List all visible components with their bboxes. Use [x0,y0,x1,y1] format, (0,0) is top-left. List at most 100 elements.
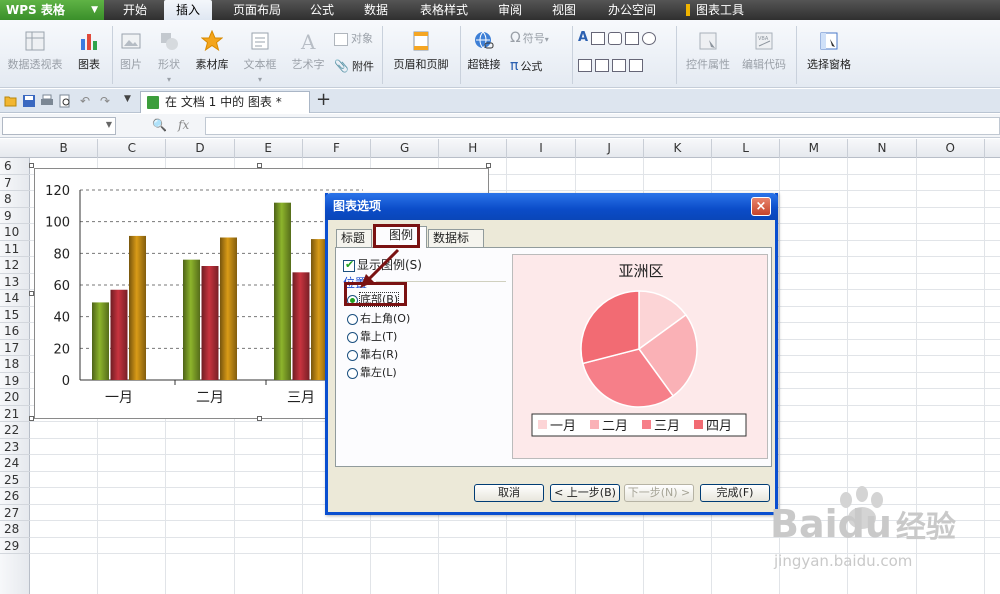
redo-icon[interactable]: ↷ [100,94,114,108]
button-control-icon[interactable] [608,31,623,45]
column-header[interactable]: M [780,139,849,158]
resize-handle[interactable] [486,163,491,168]
row-header[interactable]: 14 [0,290,30,307]
symbol-button[interactable]: Ω 符号▾ [510,30,549,46]
column-header[interactable]: I [507,139,576,158]
next-step-button[interactable]: 下一步(N) > [624,484,694,502]
formula-button[interactable]: π 公式 [510,58,542,74]
tab-titles[interactable]: 标题 [336,229,372,247]
object-button[interactable]: 对象 [334,30,373,46]
tab-data-labels[interactable]: 数据标志 [428,229,484,261]
chart-button[interactable]: 图表 [72,30,106,72]
shape-button[interactable]: 形状 ▾ [150,30,188,85]
pivot-table-button[interactable]: 数据透视表 [4,30,66,72]
row-header[interactable]: 19 [0,373,30,389]
column-header[interactable]: E [235,139,303,158]
selection-pane-button[interactable]: 选择窗格 [802,30,856,72]
radio-top-right[interactable]: 右上角(O) [347,310,410,326]
column-header[interactable]: D [166,139,235,158]
open-folder-icon[interactable] [4,94,18,108]
row-header[interactable]: 28 [0,521,30,538]
row-header[interactable]: 6 [0,158,30,175]
column-header[interactable]: J [576,139,644,158]
tab-data[interactable]: 数据 [356,0,396,20]
groupbox-control-icon[interactable] [591,31,606,45]
close-button[interactable]: × [751,197,771,216]
radio-right[interactable]: 靠右(R) [347,346,398,362]
resize-handle[interactable] [29,163,34,168]
tab-chart-tools[interactable]: 图表工具 [692,0,748,20]
row-header[interactable]: 20 [0,389,30,406]
resize-handle[interactable] [257,416,262,421]
control-properties-button[interactable]: 控件属性 [682,30,734,72]
row-header[interactable]: 11 [0,241,30,257]
magnifier-icon[interactable]: 🔍 [152,118,167,132]
row-header[interactable]: 24 [0,455,30,472]
row-header[interactable]: 16 [0,323,30,340]
row-header[interactable]: 7 [0,175,30,191]
app-menu-button[interactable]: WPS 表格 ▼ [0,0,104,20]
row-header[interactable]: 13 [0,274,30,290]
radio-control-icon[interactable] [642,31,657,45]
listbox-control-icon[interactable] [578,58,592,72]
picture-button[interactable]: 图片 [116,30,146,72]
wordart-button[interactable]: A 艺术字 [288,30,328,72]
row-header[interactable]: 25 [0,472,30,488]
save-icon[interactable] [22,94,36,108]
name-box[interactable]: ▼ [2,117,116,135]
row-header[interactable]: 21 [0,406,30,422]
tab-table-style[interactable]: 表格样式 [412,0,476,20]
checkbox-control-icon[interactable] [625,31,640,45]
row-header[interactable]: 8 [0,191,30,208]
column-header[interactable]: N [848,139,917,158]
resize-handle[interactable] [257,163,262,168]
quick-access-dropdown-icon[interactable]: ▼ [124,94,138,108]
edit-code-button[interactable]: VBA 编辑代码 [738,30,790,72]
scrollbar-control-icon[interactable] [629,58,643,72]
dialog-title[interactable]: 图表选项 [325,193,778,220]
row-header[interactable]: 26 [0,488,30,505]
print-icon[interactable] [40,94,54,108]
prev-step-button[interactable]: < 上一步(B) [550,484,620,502]
undo-icon[interactable]: ↶ [80,94,94,108]
tab-home[interactable]: 开始 [110,0,160,20]
row-header[interactable]: 23 [0,439,30,455]
column-header[interactable]: B [30,139,99,158]
resize-handle[interactable] [29,416,34,421]
combobox-control-icon[interactable] [595,58,609,72]
row-header[interactable]: 10 [0,224,30,241]
row-header[interactable]: 29 [0,538,30,554]
attachment-button[interactable]: 📎 附件 [334,58,374,74]
header-footer-button[interactable]: 页眉和页脚 [388,30,454,72]
tab-insert[interactable]: 插入 [164,0,212,20]
new-tab-button[interactable]: + [316,90,331,110]
print-preview-icon[interactable] [58,94,72,108]
formula-input[interactable] [205,117,1000,135]
radio-left[interactable]: 靠左(L) [347,364,397,380]
column-header[interactable]: O [917,139,985,158]
resize-handle[interactable] [29,291,34,296]
tab-review[interactable]: 审阅 [490,0,530,20]
tab-page-layout[interactable]: 页面布局 [226,0,288,20]
row-header[interactable]: 22 [0,422,30,439]
row-header[interactable]: 27 [0,505,30,521]
cancel-button[interactable]: 取消 [474,484,544,502]
column-header[interactable]: G [371,139,440,158]
tab-view[interactable]: 视图 [544,0,584,20]
row-header[interactable]: 9 [0,208,30,224]
tab-formulas[interactable]: 公式 [302,0,342,20]
radio-top[interactable]: 靠上(T) [347,328,397,344]
column-header[interactable]: L [712,139,781,158]
row-header[interactable]: 18 [0,356,30,373]
label-control-icon[interactable]: A [578,30,588,45]
tab-office-space[interactable]: 办公空间 [600,0,664,20]
hyperlink-button[interactable]: 超链接 [464,30,504,72]
document-tab[interactable]: 在 文档 1 中的 图表 * [140,91,310,113]
column-header[interactable]: C [98,139,167,158]
insert-function-button[interactable]: fx [178,118,189,132]
row-header[interactable]: 15 [0,307,30,323]
column-header[interactable]: H [439,139,508,158]
column-header[interactable]: F [303,139,371,158]
column-header[interactable]: K [644,139,712,158]
textbox-button[interactable]: 文本框 ▾ [236,30,284,85]
